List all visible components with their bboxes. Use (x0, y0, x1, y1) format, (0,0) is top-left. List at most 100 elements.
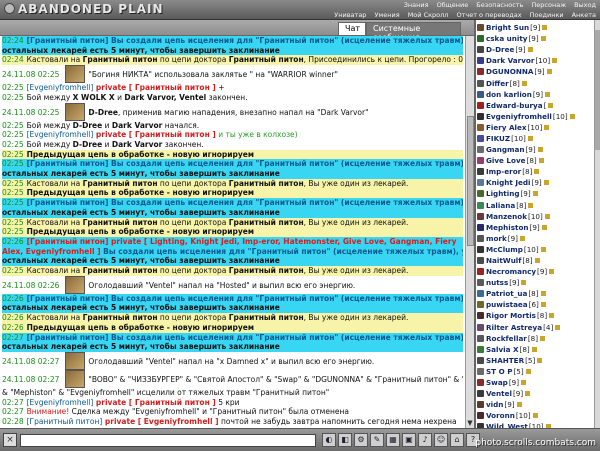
player-info-icon[interactable] (544, 213, 550, 219)
player-entry[interactable]: Manzenok [10] (476, 211, 594, 222)
toolbar-icon-button[interactable]: ⌂ (450, 433, 464, 447)
player-info-icon[interactable] (532, 191, 538, 197)
player-info-icon[interactable] (532, 413, 538, 419)
player-name[interactable]: D-Dree (486, 45, 514, 54)
message-text[interactable]: [Гранитный питон] Вы создали цепь исцеле… (27, 294, 463, 303)
message-text[interactable]: и ты уже в колхозе) (216, 130, 297, 139)
player-name[interactable]: mork (486, 234, 507, 243)
player-entry[interactable]: Evgeniyfromhell [10] (476, 111, 594, 122)
player-name[interactable]: Salvia X (486, 345, 519, 354)
player-info-icon[interactable] (534, 258, 540, 264)
menu-item[interactable]: Анкета (568, 11, 600, 19)
player-info-icon[interactable] (545, 91, 551, 97)
message-text[interactable]: [Гранитный питон] private [ Lighting, Kn… (27, 237, 457, 246)
player-entry[interactable]: Laliana [8] (476, 200, 594, 211)
player-entry[interactable]: Lighting [9] (476, 188, 594, 199)
message-text[interactable]: [Evgeniyfromhell] (27, 130, 94, 139)
message-text[interactable]: private [ Гранитный питон ] (93, 130, 216, 139)
message-text[interactable]: private [ Гранитный питон ] (93, 83, 216, 92)
message-text[interactable]: Вы создали цепь исцеления для "Гранитный… (101, 247, 463, 256)
player-entry[interactable]: mork [9] (476, 233, 594, 244)
player-name[interactable]: Swap (486, 378, 508, 387)
player-name[interactable]: cska unity (486, 34, 528, 43)
message-text[interactable]: [Гранитный питон] Вы создали цепь исцеле… (27, 36, 463, 45)
player-name[interactable]: Rigor Mortis (486, 311, 536, 320)
toolbar-icon-button[interactable]: ▦ (386, 433, 400, 447)
player-name[interactable]: Edward-burya (486, 101, 543, 110)
player-name[interactable]: vidn (486, 400, 503, 409)
message-text[interactable]: [Evgeniyfromhell] (27, 83, 94, 92)
player-info-icon[interactable] (537, 147, 543, 153)
player-name[interactable]: Mephiston (486, 223, 529, 232)
player-name[interactable]: Evgeniyfromhell (486, 112, 552, 121)
player-entry[interactable]: Voronn [10] (476, 410, 594, 421)
toolbar-icon-button[interactable]: ⚙ (354, 433, 368, 447)
player-info-icon[interactable] (525, 368, 531, 374)
player-info-icon[interactable] (569, 113, 575, 119)
toolbar-icon-button[interactable]: ▣ (402, 433, 416, 447)
player-info-icon[interactable] (525, 391, 531, 397)
player-info-icon[interactable] (549, 269, 555, 275)
menu-item[interactable]: Знания (400, 1, 433, 9)
player-info-icon[interactable] (540, 246, 546, 252)
player-name[interactable]: Voronn (486, 411, 515, 420)
player-name[interactable]: Dark Varvor (486, 56, 534, 65)
message-text[interactable]: [Гранитный питон] Вы создали цепь исцеле… (27, 333, 463, 342)
player-info-icon[interactable] (516, 402, 522, 408)
player-info-icon[interactable] (528, 202, 534, 208)
menu-item[interactable]: Умения (370, 11, 403, 19)
clear-input-button[interactable]: × (3, 433, 17, 447)
player-info-icon[interactable] (521, 280, 527, 286)
player-entry[interactable]: Rilter Astreya [4] (476, 322, 594, 333)
message-input[interactable] (20, 434, 316, 447)
tab-chat[interactable]: Чат (338, 22, 366, 35)
player-info-icon[interactable] (552, 58, 558, 64)
toolbar-icon-button[interactable]: ☺ (434, 433, 448, 447)
player-info-icon[interactable] (521, 80, 527, 86)
player-name[interactable]: Imp-eror (486, 167, 521, 176)
toolbar-icon-button[interactable]: ◐ (322, 433, 336, 447)
player-info-icon[interactable] (531, 346, 537, 352)
player-entry[interactable]: NaitWulf [8] (476, 255, 594, 266)
player-name[interactable]: McClump (486, 245, 523, 254)
player-name[interactable]: DGUNONNA (486, 67, 533, 76)
player-entry[interactable]: Mephiston [9] (476, 222, 594, 233)
message-text[interactable]: [Гранитный питон] Вы создали цепь исцеле… (27, 159, 463, 168)
player-entry[interactable]: ST O P [5] (476, 366, 594, 377)
player-entry[interactable]: cska unity [9] (476, 33, 594, 44)
message-text[interactable]: [Evgeniyfromhell] (27, 398, 94, 407)
player-info-icon[interactable] (519, 235, 525, 241)
player-info-icon[interactable] (521, 380, 526, 386)
menu-item[interactable]: Общение (433, 1, 473, 9)
player-info-icon[interactable] (543, 180, 549, 186)
player-info-icon[interactable] (540, 36, 546, 42)
player-name[interactable]: Ventel (486, 389, 512, 398)
player-name[interactable]: Bright Sun (486, 23, 529, 32)
player-name[interactable]: ST O P (486, 367, 512, 376)
player-entry[interactable]: nutss [9] (476, 277, 594, 288)
player-info-icon[interactable] (537, 357, 543, 363)
menu-item[interactable]: Униватар (330, 11, 370, 19)
message-text[interactable]: [Гранитный питон] (27, 417, 103, 426)
player-list-scrollbar-thumb[interactable] (595, 30, 600, 150)
player-info-icon[interactable] (540, 302, 546, 308)
message-text[interactable]: Внимание! (27, 407, 70, 416)
player-entry[interactable]: Rigor Mortis [8] (476, 310, 594, 321)
player-name[interactable]: Necromancy (486, 267, 536, 276)
player-entry[interactable]: Imp-eror [8] (476, 166, 594, 177)
player-name[interactable]: NaitWulf (486, 256, 521, 265)
menu-item[interactable]: Поединки (526, 11, 568, 19)
toolbar-icon-button[interactable]: ✎ (370, 433, 384, 447)
player-entry[interactable]: Bright Sun [9] (476, 22, 594, 33)
player-entry[interactable]: puwistaea [6] (476, 299, 594, 310)
tab-system-messages[interactable]: Системные сообщения (366, 22, 461, 42)
player-info-icon[interactable] (538, 158, 544, 164)
player-entry[interactable]: FIKUZ [10] (476, 133, 594, 144)
toolbar-icon-button[interactable]: ◧ (338, 433, 352, 447)
scroll-down-arrow-icon[interactable]: ▼ (466, 419, 474, 428)
player-entry[interactable]: Rockfellar [8] (476, 333, 594, 344)
message-text[interactable]: [Гранитный питон] Вы создали цепь исцеле… (27, 198, 463, 207)
player-entry[interactable]: DGUNONNA [9] (476, 66, 594, 77)
player-info-icon[interactable] (555, 324, 561, 330)
message-text[interactable]: Alex, Evgeniyfromhell ] (2, 247, 101, 256)
